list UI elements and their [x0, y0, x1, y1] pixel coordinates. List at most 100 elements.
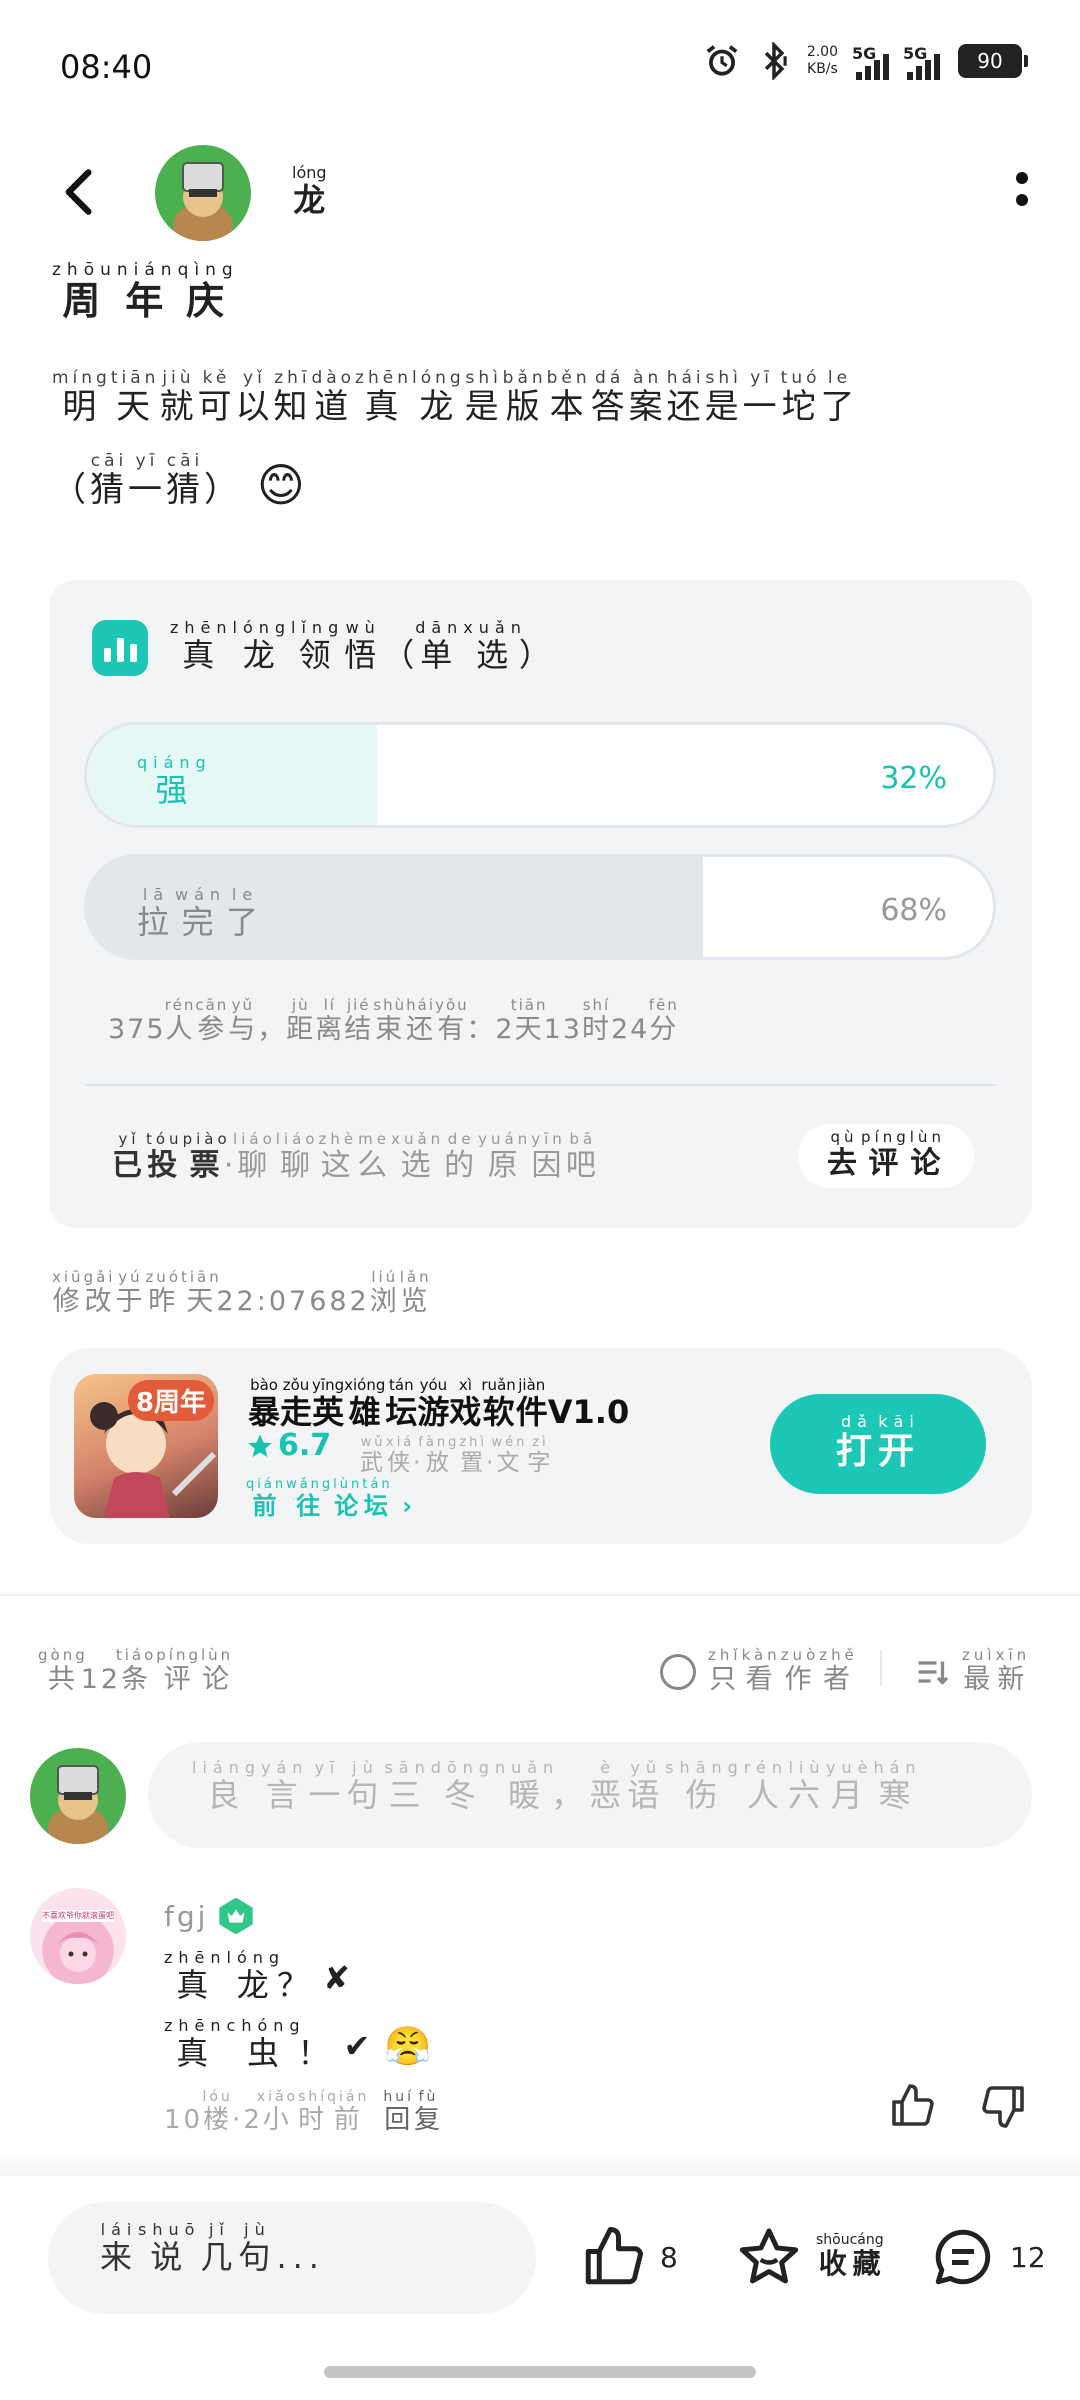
pinyin-char: 月yuè: [826, 1758, 874, 1814]
pinyin-char: 拉lā: [137, 885, 176, 941]
pinyin-char: 论lùn: [909, 1128, 945, 1181]
pinyin-char: 修xiū: [52, 1268, 84, 1317]
pinyin-char: 藏cáng: [849, 2231, 884, 2280]
thumbs-up-icon: [585, 2227, 643, 2285]
pinyin-char: 时shí: [581, 996, 611, 1045]
pinyin-char: 强qiáng: [137, 753, 212, 809]
status-time: 08:40: [60, 48, 153, 86]
pinyin-char: 龙lóng: [232, 618, 292, 674]
more-menu-icon[interactable]: [1012, 170, 1032, 210]
pinyin-char: 一yī: [742, 368, 781, 427]
comment-input[interactable]: 良liáng言yán一yī句jù三sān冬dōng暖nuǎn，恶è语yǔ伤shā…: [148, 1742, 1032, 1848]
comment-line-1: 真zhēn龙lóng？ ✘: [164, 1948, 356, 2006]
pinyin-char: 了le: [820, 368, 859, 427]
pinyin-char: 明míng: [52, 368, 111, 427]
favorite-button[interactable]: 收shōu藏cáng: [736, 2224, 884, 2290]
pinyin-char: 文wén: [491, 1435, 528, 1476]
plain-text: ！: [297, 2034, 336, 2072]
back-arrow-icon[interactable]: [52, 162, 108, 222]
comment-like-icon[interactable]: [888, 2082, 936, 2130]
plain-text: ·: [232, 2105, 244, 2135]
pinyin-char: 六liù: [788, 1758, 827, 1814]
pinyin-char: 暖nuǎn: [494, 1758, 560, 1814]
pinyin-char: 说shuō: [138, 2220, 201, 2276]
alarm-icon: [706, 45, 738, 76]
bottom-action-bar: 来lái说shuō几jǐ句jù... 8 收shōu藏cáng 12: [0, 2176, 1080, 2400]
pinyin-char: 束shù: [373, 996, 407, 1045]
pinyin-char: 前qián: [246, 1477, 287, 1520]
go-to-forum-link[interactable]: 前qián往wǎng论lùn坛tán ›: [246, 1477, 416, 1521]
star-icon: [248, 1433, 272, 1457]
go-comment-button[interactable]: 去qù评píng论lùn: [798, 1124, 974, 1188]
pinyin-char: 武wǔ: [360, 1435, 386, 1476]
status-bar: 08:40 2.00 KB/s 5G 5G 90: [0, 0, 1080, 130]
vote-option-2[interactable]: 拉lā完wán了le 68%: [84, 854, 996, 960]
pinyin-char: 就jiù: [159, 368, 198, 427]
pinyin-char: 冬dōng: [430, 1758, 495, 1814]
my-avatar-image: [48, 1765, 108, 1844]
pinyin-char: 几jǐ: [200, 2220, 239, 2276]
author-avatar[interactable]: [155, 145, 251, 241]
vote-option-1-label: 强qiáng: [137, 753, 212, 811]
post-tag[interactable]: 周zhōu年nián庆qìng: [52, 260, 239, 325]
pinyin-char: 与yǔ: [228, 996, 258, 1045]
like-button[interactable]: 8: [580, 2224, 678, 2290]
pinyin-char: 是shì: [464, 368, 503, 427]
status-icons: 2.00 KB/s 5G 5G 90: [703, 42, 1028, 80]
sort-newest-button[interactable]: 最zuì新xīn: [914, 1646, 1030, 1696]
pinyin-char: 案àn: [628, 368, 667, 427]
commenter-avatar[interactable]: 不喜欢爷你就滚蛋吧: [30, 1888, 126, 1984]
vote-option-1[interactable]: 强qiáng 32%: [84, 722, 996, 828]
vote-divider: [86, 1084, 996, 1086]
comments-button[interactable]: 12: [930, 2224, 1046, 2290]
my-avatar[interactable]: [30, 1748, 126, 1844]
home-indicator[interactable]: [324, 2366, 756, 2378]
app-name: 暴bào走zǒu英yīng雄xióng坛tán游yóu戏xì软ruǎn件jiàn…: [248, 1376, 630, 1433]
app-card[interactable]: 8周年 暴bào走zǒu英yīng雄xióng坛tán游yóu戏xì软ruǎn件…: [50, 1348, 1032, 1544]
app-icon[interactable]: 8周年: [74, 1374, 218, 1518]
pinyin-char: 真zhēn: [164, 2016, 227, 2072]
pinyin-char: 选xuǎn: [463, 618, 527, 674]
pinyin-char: 条tiáo: [115, 1646, 157, 1695]
pinyin-char: 共gòng: [38, 1646, 88, 1695]
plain-text: 682: [309, 1286, 370, 1317]
post-body-line-2: （猜cāi一yī猜cāi） 😊: [52, 446, 952, 529]
pinyin-char: 三sān: [384, 1758, 431, 1814]
pinyin-char: 恶è: [589, 1758, 628, 1814]
pinyin-char: 雄xióng: [344, 1376, 386, 1431]
commenter-name[interactable]: fgj: [164, 1896, 256, 1936]
pinyin-char: 龙lóng: [411, 368, 465, 427]
pinyin-char: 语yǔ: [627, 1758, 666, 1814]
pinyin-char: 这zhè: [318, 1130, 358, 1183]
pinyin-char: 收shōu: [816, 2231, 850, 2280]
pinyin-char: 评píng: [156, 1646, 201, 1695]
plain-text: ？: [277, 1966, 316, 2004]
pinyin-char: 因yīn: [531, 1130, 566, 1183]
open-app-button[interactable]: 打dǎ开kāi: [770, 1394, 986, 1494]
pinyin-char: 览lǎn: [399, 1268, 432, 1317]
pinyin-char: 字zì: [527, 1435, 554, 1476]
signal-icon: 5G: [852, 44, 889, 80]
app-rating: 6.7: [246, 1428, 331, 1463]
pinyin-char: 道dào: [311, 368, 356, 427]
vote-option-2-percent: 68%: [880, 893, 947, 928]
comment-dislike-icon[interactable]: [980, 2082, 1028, 2130]
pinyin-char: 悟wù: [344, 618, 383, 674]
pinyin-char: 答dá: [590, 368, 629, 427]
pinyin-char: 置zhì: [459, 1435, 488, 1476]
plain-text: V1.0: [547, 1393, 630, 1431]
pinyin-char: 作zuò: [780, 1646, 820, 1695]
angry-emoji: 😤: [384, 2023, 438, 2068]
reply-button[interactable]: 回huí复fù: [383, 2089, 443, 2135]
pinyin-char: 侠xiá: [386, 1435, 415, 1476]
sort-icon: [918, 1661, 949, 1685]
only-author-toggle[interactable]: 只zhǐ看kàn作zuò者zhě: [660, 1646, 858, 1696]
pinyin-char: 是shì: [704, 368, 743, 427]
chevron-right-icon: ›: [402, 1492, 416, 1520]
bluetooth-icon: [764, 42, 787, 80]
author-name[interactable]: 龙lóng: [292, 163, 327, 221]
like-count: 8: [660, 2240, 678, 2274]
say-something-input[interactable]: 来lái说shuō几jǐ句jù...: [48, 2202, 536, 2314]
pinyin-char: 还hái: [666, 368, 705, 427]
pinyin-char: 虫chóng: [226, 2016, 306, 2072]
